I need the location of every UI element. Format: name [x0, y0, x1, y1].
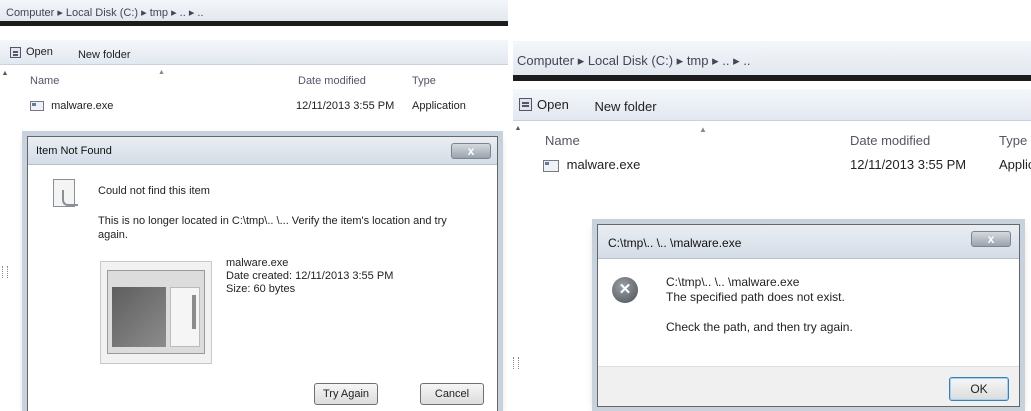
- file-thumbnail: [100, 261, 212, 364]
- thumbnail-scrollbar: [192, 295, 196, 329]
- dialog-heading: Could not find this item: [98, 185, 210, 197]
- column-type[interactable]: Type: [412, 75, 436, 87]
- missing-document-icon: [53, 179, 78, 207]
- column-name[interactable]: Name: [545, 133, 580, 148]
- sort-caret-icon: ▲: [158, 69, 165, 76]
- column-date-modified[interactable]: Date modified: [850, 133, 930, 148]
- explorer-window-left: Computer ▸ Local Disk (C:) ▸ tmp ▸ .. ▸ …: [0, 0, 508, 411]
- file-type: Applic: [999, 157, 1031, 172]
- ok-button[interactable]: OK: [949, 377, 1009, 401]
- application-file-icon: [543, 159, 559, 172]
- file-name: malware.exe: [566, 157, 641, 172]
- cancel-button[interactable]: Cancel: [420, 383, 484, 405]
- dialog-title: C:\tmp\.. \.. \malware.exe: [608, 236, 742, 250]
- open-button[interactable]: Open: [10, 46, 53, 58]
- error-icon: ✕: [612, 277, 638, 303]
- file-date: 12/11/2013 3:55 PM: [296, 100, 395, 112]
- dialog-title: Item Not Found: [36, 145, 112, 157]
- open-icon: [10, 46, 21, 58]
- item-name: malware.exe: [226, 257, 289, 269]
- open-label: Open: [537, 97, 569, 112]
- dialog-title-bar: C:\tmp\.. \.. \malware.exe x: [598, 225, 1019, 259]
- error-hint: Check the path, and then try again.: [666, 320, 853, 334]
- file-row[interactable]: malware.exe 12/11/2013 3:55 PM Applicati…: [30, 100, 508, 120]
- dialog-title-bar: Item Not Found x: [28, 137, 497, 165]
- open-button[interactable]: Open: [519, 97, 569, 112]
- item-details: malware.exe Date created: 12/11/2013 3:5…: [226, 257, 393, 296]
- file-name: malware.exe: [51, 100, 114, 112]
- open-icon: [519, 98, 532, 111]
- file-type: Application: [412, 100, 466, 112]
- item-created: Date created: 12/11/2013 3:55 PM: [226, 270, 394, 282]
- column-name[interactable]: Name: [30, 75, 59, 87]
- column-headers: Name ▲ Date modified Type: [16, 69, 508, 95]
- toolbar: Open New folder: [513, 89, 1031, 121]
- item-size: Size: 60 bytes: [226, 283, 296, 295]
- address-bar[interactable]: Computer ▸ Local Disk (C:) ▸ tmp ▸ .. ▸ …: [0, 0, 508, 26]
- error-message: The specified path does not exist.: [666, 290, 845, 304]
- scroll-up-arrow-icon[interactable]: ▲: [0, 70, 10, 77]
- new-folder-button[interactable]: New folder: [78, 49, 131, 61]
- column-headers: Name ▲ Date modified Type: [529, 125, 1031, 157]
- application-file-icon: [30, 101, 44, 112]
- close-button[interactable]: x: [451, 143, 491, 159]
- error-path: C:\tmp\.. \.. \malware.exe: [666, 275, 800, 289]
- column-type[interactable]: Type: [999, 133, 1027, 148]
- try-again-button[interactable]: Try Again: [314, 383, 378, 405]
- close-button[interactable]: x: [971, 231, 1011, 247]
- file-date: 12/11/2013 3:55 PM: [850, 157, 967, 172]
- item-not-found-dialog: Item Not Found x Could not find this ite…: [27, 136, 498, 411]
- scroll-up-arrow-icon[interactable]: ▲: [513, 125, 523, 132]
- file-row[interactable]: malware.exe 12/11/2013 3:55 PM Applic: [543, 157, 1031, 185]
- sort-caret-icon: ▲: [699, 125, 707, 134]
- column-date-modified[interactable]: Date modified: [298, 75, 366, 87]
- splitter-grip-icon[interactable]: [2, 266, 8, 278]
- thumbnail-window: [107, 270, 205, 354]
- explorer-window-right: Computer ▸ Local Disk (C:) ▸ tmp ▸ .. ▸ …: [513, 41, 1031, 411]
- open-label: Open: [26, 46, 53, 58]
- splitter-grip-icon[interactable]: [513, 357, 519, 369]
- dialog-message-line1: This is no longer located in C:\tmp\.. \…: [98, 215, 447, 227]
- toolbar: Open New folder: [0, 40, 508, 65]
- dialog-footer: OK: [598, 366, 1019, 406]
- address-bar[interactable]: Computer ▸ Local Disk (C:) ▸ tmp ▸ .. ▸ …: [513, 41, 1031, 81]
- dialog-message-line2: again.: [98, 229, 128, 241]
- thumbnail-pane: [112, 287, 166, 347]
- path-error-dialog: C:\tmp\.. \.. \malware.exe x ✕ C:\tmp\..…: [597, 224, 1020, 407]
- new-folder-button[interactable]: New folder: [594, 99, 656, 114]
